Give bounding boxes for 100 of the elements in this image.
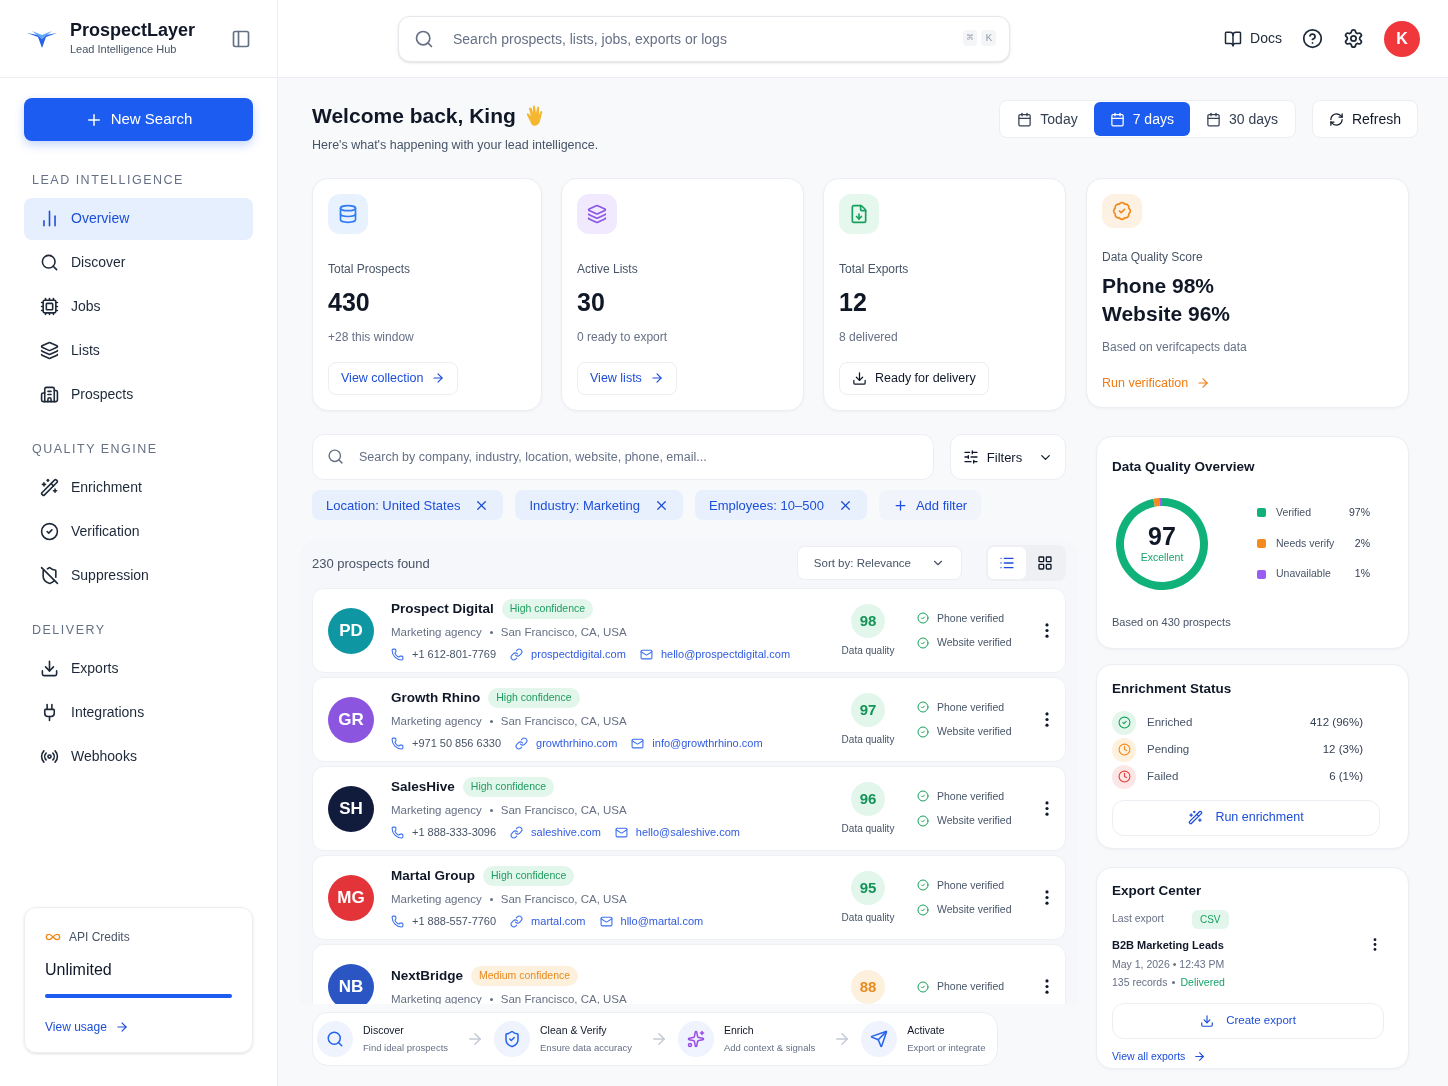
check-icon bbox=[917, 904, 929, 917]
company-location: San Francisco, CA, USA bbox=[500, 991, 627, 1005]
score-label: Data quality bbox=[841, 910, 895, 925]
add-filter-button[interactable]: Add filter bbox=[878, 490, 982, 521]
link-icon bbox=[510, 826, 524, 839]
stat-value: 12 bbox=[839, 287, 868, 319]
company-location: San Francisco, CA, USA bbox=[500, 803, 627, 818]
nav-item[interactable]: Exports bbox=[24, 647, 253, 690]
website-link[interactable]: growthrhino.com bbox=[536, 735, 618, 752]
quality-score-badge: 95 bbox=[851, 870, 885, 905]
email-link[interactable]: hello@prospectdigital.com bbox=[660, 646, 791, 663]
phone-icon bbox=[391, 826, 404, 839]
more-options-button[interactable] bbox=[1043, 801, 1051, 817]
stat-label: Active Lists bbox=[577, 261, 639, 279]
prospect-search-field[interactable]: Search by company, industry, location, website, phone, email... bbox=[312, 434, 934, 481]
enrichment-label: Pending bbox=[1147, 741, 1190, 757]
stat-label: Total Exports bbox=[839, 261, 910, 279]
last-export-label: Last export bbox=[1112, 911, 1164, 927]
stat-note: 0 ready to export bbox=[577, 328, 669, 346]
collapse-sidebar-button[interactable] bbox=[231, 28, 251, 49]
quality-score-badge: 98 bbox=[851, 603, 885, 638]
more-options-button[interactable] bbox=[1371, 938, 1379, 952]
nav-item[interactable]: Suppression bbox=[24, 554, 253, 597]
new-search-button[interactable]: New Search bbox=[24, 98, 253, 141]
card-title: Data Quality Overview bbox=[1112, 458, 1256, 477]
nav-item[interactable]: Webhooks bbox=[24, 735, 253, 778]
building-icon bbox=[40, 385, 59, 405]
email-link[interactable]: hello@saleshive.com bbox=[635, 824, 740, 841]
more-options-button[interactable] bbox=[1043, 623, 1051, 639]
check-icon bbox=[917, 612, 929, 625]
stat-action-button[interactable]: View collection bbox=[328, 361, 459, 395]
filter-chip-label: Employees: 10–500 bbox=[708, 496, 824, 515]
enrichment-label: Failed bbox=[1147, 768, 1179, 784]
nav-item[interactable]: Integrations bbox=[24, 691, 253, 734]
website-link[interactable]: martal.com bbox=[531, 913, 586, 930]
layers-icon bbox=[587, 204, 607, 225]
email-link[interactable]: info@growthrhino.com bbox=[652, 735, 763, 752]
nav-item[interactable]: Discover bbox=[24, 241, 253, 284]
nav-item[interactable]: Enrichment bbox=[24, 466, 253, 509]
email-link[interactable]: hllo@martal.com bbox=[620, 913, 704, 930]
phone-icon bbox=[391, 737, 404, 750]
filter-chip-label: Location: United States bbox=[326, 496, 461, 515]
quality-score-badge: 88 bbox=[851, 969, 885, 1004]
date-range-tab[interactable]: Today bbox=[1001, 102, 1094, 136]
company-avatar: PD bbox=[328, 607, 374, 654]
sort-dropdown[interactable]: Sort by: Relevance bbox=[796, 546, 962, 581]
more-icon bbox=[1045, 979, 1049, 995]
stat-label: Data Quality Score bbox=[1102, 248, 1204, 266]
company-name: Prospect Digital bbox=[391, 599, 494, 618]
date-range-tab[interactable]: 7 days bbox=[1093, 102, 1190, 136]
check-circle-icon bbox=[40, 522, 59, 541]
card-title: Enrichment Status bbox=[1112, 680, 1233, 699]
magic-wand-icon bbox=[40, 478, 59, 497]
grid-icon bbox=[1037, 555, 1053, 572]
donut-score: 97 bbox=[1148, 521, 1176, 550]
export-records: 135 records bbox=[1112, 974, 1168, 990]
more-options-button[interactable] bbox=[1043, 712, 1051, 728]
date-range-tab[interactable]: 30 days bbox=[1189, 102, 1294, 136]
refresh-button[interactable]: Refresh bbox=[1311, 100, 1418, 138]
more-options-button[interactable] bbox=[1043, 979, 1051, 995]
mail-icon bbox=[614, 826, 628, 839]
create-export-button[interactable]: Create export bbox=[1112, 1002, 1384, 1039]
filter-chip-label: Industry: Marketing bbox=[529, 496, 640, 515]
website-link[interactable]: saleshive.com bbox=[531, 824, 601, 841]
check-icon bbox=[917, 879, 929, 892]
help-button[interactable] bbox=[1302, 28, 1323, 49]
check-icon bbox=[917, 701, 929, 714]
more-options-button[interactable] bbox=[1043, 890, 1051, 906]
company-avatar: NB bbox=[328, 963, 374, 1005]
nav-item[interactable]: Verification bbox=[24, 510, 253, 553]
nav-item[interactable]: Jobs bbox=[24, 285, 253, 328]
search-icon bbox=[414, 28, 434, 49]
settings-icon bbox=[1343, 28, 1364, 49]
list-view-button[interactable] bbox=[988, 547, 1026, 580]
section-title: DELIVERY bbox=[31, 621, 107, 639]
view-usage-link[interactable]: View usage bbox=[45, 1018, 129, 1036]
verification-status: Phone verified bbox=[937, 610, 1005, 626]
phone-number: +1 888-333-3096 bbox=[412, 825, 497, 841]
view-all-exports-link[interactable]: View all exports bbox=[1112, 1048, 1207, 1065]
pipeline-step-subtitle: Export or integrate bbox=[907, 1041, 986, 1055]
website-link[interactable]: prospectdigital.com bbox=[531, 646, 626, 663]
docs-button[interactable]: Docs bbox=[1224, 28, 1282, 49]
user-avatar[interactable]: K bbox=[1384, 20, 1420, 57]
stat-action-button[interactable]: Ready for delivery bbox=[839, 361, 989, 395]
settings-button[interactable] bbox=[1343, 28, 1364, 49]
run-enrichment-button[interactable]: Run enrichment bbox=[1112, 799, 1380, 836]
help-icon bbox=[1302, 28, 1323, 49]
nav-item[interactable]: Lists bbox=[24, 329, 253, 372]
stat-note: Based on verifcapects data bbox=[1102, 338, 1248, 356]
mail-icon bbox=[599, 915, 613, 928]
link-icon bbox=[510, 915, 524, 928]
nav-item[interactable]: Prospects bbox=[24, 373, 253, 416]
stat-action-button[interactable]: View lists bbox=[577, 361, 677, 395]
nav-item[interactable]: Overview bbox=[24, 197, 253, 240]
phone-number: +1 612-801-7769 bbox=[412, 647, 497, 663]
company-name: NextBridge bbox=[391, 966, 463, 985]
filters-button[interactable]: Filters bbox=[950, 434, 1066, 481]
score-label: Data quality bbox=[841, 643, 895, 658]
credits-title: API Credits bbox=[69, 929, 130, 946]
plus-icon bbox=[892, 497, 908, 513]
